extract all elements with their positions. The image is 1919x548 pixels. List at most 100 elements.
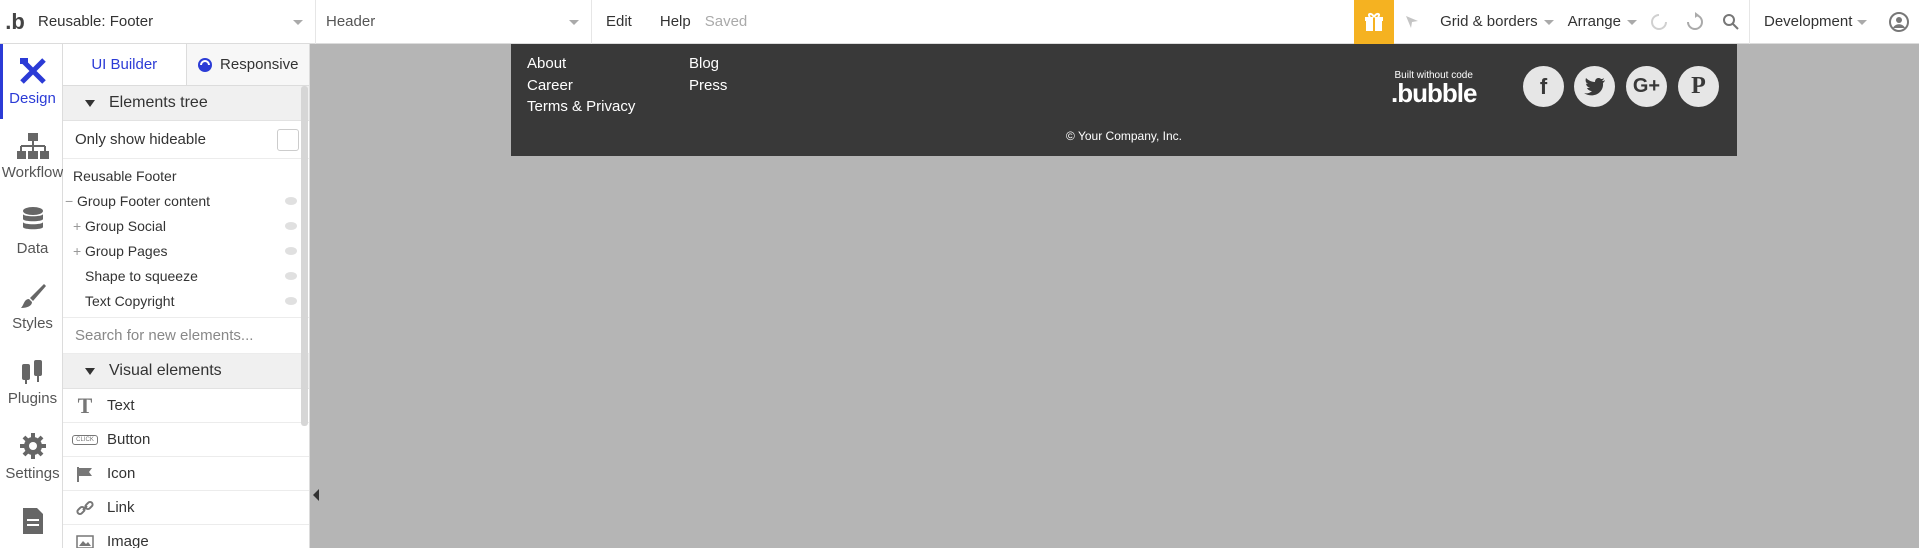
redo-icon[interactable]	[1677, 0, 1713, 44]
menu-help[interactable]: Help	[660, 13, 691, 30]
elements-tree-header[interactable]: Elements tree	[63, 86, 309, 121]
twitter-icon[interactable]	[1574, 66, 1615, 107]
eye-icon[interactable]	[285, 246, 297, 255]
tree-item[interactable]: Text Copyright	[63, 288, 309, 313]
gift-icon[interactable]	[1354, 0, 1395, 44]
nav-workflow[interactable]: Workflow	[0, 119, 64, 194]
pinterest-icon[interactable]: P	[1678, 66, 1719, 107]
footer-link-press[interactable]: Press	[689, 77, 727, 94]
visual-element-icon[interactable]: Icon	[63, 457, 309, 491]
button-icon-text: CLICK	[72, 434, 98, 445]
footer-link-terms[interactable]: Terms & Privacy	[527, 98, 635, 115]
visual-element-label: Button	[107, 431, 151, 448]
environment-label: Development	[1764, 13, 1853, 30]
search-icon[interactable]	[1713, 0, 1749, 44]
facebook-icon[interactable]: f	[1523, 66, 1564, 107]
page-selector[interactable]: Reusable: Footer	[30, 0, 316, 44]
link-icon	[71, 499, 99, 517]
workflow-icon	[16, 133, 49, 159]
top-toolbar: .b Reusable: Footer Header Edit Help Sav…	[0, 0, 1919, 44]
elements-tree-title: Elements tree	[109, 94, 208, 111]
tree-item-label: Group Social	[85, 217, 166, 234]
nav-settings[interactable]: Settings	[0, 419, 62, 494]
cursor-icon[interactable]	[1394, 0, 1430, 44]
nav-design-label: Design	[9, 90, 56, 107]
footer-copyright: © Your Company, Inc.	[1065, 129, 1182, 143]
visual-element-button[interactable]: CLICK Button	[63, 423, 309, 457]
element-search-input[interactable]: Search for new elements...	[63, 318, 309, 354]
expand-icon[interactable]: +	[73, 218, 83, 234]
visual-element-label: Link	[107, 499, 135, 516]
visual-elements-header[interactable]: Visual elements	[63, 354, 309, 389]
nav-plugins[interactable]: Plugins	[0, 344, 62, 419]
eye-icon[interactable]	[285, 196, 297, 205]
grid-borders-dropdown[interactable]: Grid & borders	[1430, 0, 1558, 44]
arrange-label: Arrange	[1567, 13, 1621, 30]
brush-icon	[20, 284, 46, 308]
visual-element-label: Icon	[107, 465, 136, 482]
nav-plugins-label: Plugins	[7, 390, 58, 407]
tab-responsive-label: Responsive	[220, 56, 299, 73]
visual-element-text[interactable]: T Text	[63, 389, 309, 423]
nav-design[interactable]: Design	[0, 44, 62, 119]
collapse-panel-icon[interactable]	[313, 489, 319, 501]
tree-item[interactable]: + Group Social	[63, 213, 309, 238]
save-status: Saved	[704, 13, 748, 30]
built-without-code-badge[interactable]: Built without code .bubble	[1391, 70, 1477, 106]
nav-styles-label: Styles	[12, 315, 53, 332]
footer-link-career[interactable]: Career	[527, 77, 573, 94]
only-hideable-checkbox[interactable]	[277, 128, 299, 151]
responsive-icon	[198, 57, 213, 72]
nav-styles[interactable]: Styles	[0, 269, 62, 344]
tree-item-label: Shape to squeeze	[85, 267, 198, 284]
chevron-down-icon	[1543, 19, 1554, 25]
triangle-down-icon	[85, 367, 95, 375]
tree-item[interactable]: Shape to squeeze	[63, 263, 309, 288]
chevron-down-icon	[569, 19, 579, 25]
eye-icon[interactable]	[285, 296, 297, 305]
footer-link-blog[interactable]: Blog	[689, 55, 719, 72]
nav-workflow-label: Workflow	[1, 164, 64, 181]
element-selector[interactable]: Header	[316, 0, 592, 44]
text-icon: T	[77, 392, 93, 418]
panel-scrollbar[interactable]	[301, 86, 308, 426]
only-hideable-row: Only show hideable	[63, 121, 309, 159]
button-icon: CLICK	[71, 434, 99, 445]
reusable-footer-canvas[interactable]: About Career Terms & Privacy Blog Press …	[511, 44, 1737, 156]
nav-data[interactable]: Data	[0, 194, 62, 269]
eye-icon[interactable]	[285, 221, 297, 230]
nav-data-label: Data	[16, 240, 49, 257]
footer-link-about[interactable]: About	[527, 55, 566, 72]
collapse-icon[interactable]: −	[65, 193, 75, 209]
user-avatar-icon[interactable]	[1879, 0, 1919, 44]
tree-item[interactable]: − Group Footer content	[63, 188, 309, 213]
tab-ui-builder[interactable]: UI Builder	[63, 44, 186, 85]
only-hideable-label: Only show hideable	[75, 131, 206, 148]
bubble-logo[interactable]: .b	[0, 0, 30, 44]
google-plus-icon[interactable]: G+	[1626, 66, 1667, 107]
left-navigation: Design Workflow Data Styles Plugins Sett…	[0, 44, 63, 548]
top-menu: Edit Help Saved	[592, 0, 761, 44]
element-selector-label: Header	[326, 13, 376, 30]
design-icon	[19, 58, 46, 84]
chevron-down-icon	[1857, 19, 1867, 25]
tab-responsive[interactable]: Responsive	[185, 44, 309, 85]
triangle-down-icon	[85, 99, 95, 107]
arrange-dropdown[interactable]: Arrange	[1558, 0, 1641, 44]
visual-elements-title: Visual elements	[109, 362, 222, 379]
environment-selector[interactable]: Development	[1749, 0, 1879, 44]
menu-edit[interactable]: Edit	[606, 13, 632, 30]
tree-item[interactable]: Reusable Footer	[63, 163, 309, 188]
tree-item[interactable]: + Group Pages	[63, 238, 309, 263]
eye-icon[interactable]	[285, 271, 297, 280]
chevron-down-icon	[1627, 19, 1637, 25]
undo-icon[interactable]	[1641, 0, 1677, 44]
visual-element-link[interactable]: Link	[63, 491, 309, 525]
builder-panel: UI Builder Responsive Elements tree Only…	[63, 44, 310, 548]
visual-element-image[interactable]: Image	[63, 525, 309, 548]
expand-icon[interactable]: +	[73, 243, 83, 259]
nav-logs[interactable]	[0, 494, 62, 548]
flag-icon	[71, 466, 99, 482]
page-selector-label: Reusable: Footer	[38, 13, 154, 30]
plug-icon	[21, 360, 42, 384]
